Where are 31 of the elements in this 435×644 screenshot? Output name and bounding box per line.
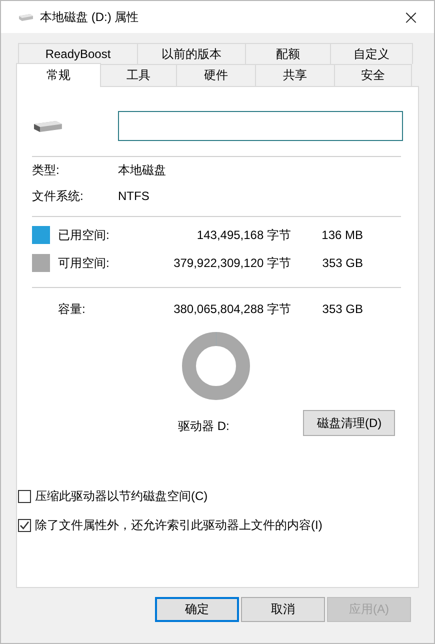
size-value: 353 GB — [321, 302, 363, 316]
field-label: 文件系统: — [32, 188, 84, 204]
tab[interactable]: 自定义 — [330, 43, 413, 64]
window-title: 本地磁盘 (D:) 属性 — [40, 8, 140, 26]
space-label: 可用空间: — [58, 254, 110, 272]
field-value: 本地磁盘 — [118, 162, 166, 178]
dialog-button[interactable]: 取消 — [241, 597, 325, 622]
byte-count: 380,065,804,288 字节 — [172, 300, 291, 318]
close-button[interactable]: × — [388, 1, 434, 33]
drive-label: 驱动器 D: — [178, 418, 230, 434]
tab[interactable]: 常规 — [16, 63, 101, 87]
size-value: 353 GB — [321, 256, 363, 270]
byte-count: 143,495,168 字节 — [196, 226, 291, 244]
drive-icon — [18, 13, 34, 21]
name-field[interactable] — [118, 111, 403, 141]
space-label: 已用空间: — [58, 226, 110, 244]
byte-count: 379,922,309,120 字节 — [172, 254, 291, 272]
size-value: 136 MB — [320, 228, 363, 242]
disk-cleanup-button[interactable]: 磁盘清理(D) — [303, 410, 396, 436]
field-label: 类型: — [32, 162, 60, 178]
dialog-button[interactable]: 确定 — [155, 597, 239, 622]
drive-icon — [33, 120, 63, 132]
usage-donut — [182, 332, 250, 400]
capacity-label: 容量: — [58, 300, 86, 318]
checkbox[interactable] — [18, 490, 31, 503]
field-value: NTFS — [118, 189, 150, 203]
checkbox[interactable] — [18, 519, 31, 532]
checkbox-label: 除了文件属性外，还允许索引此驱动器上文件的内容(I) — [35, 517, 322, 534]
tab[interactable]: 安全 — [334, 64, 412, 86]
checkbox-label: 压缩此驱动器以节约磁盘空间(C) — [35, 488, 208, 505]
tab[interactable]: ReadyBoost — [18, 43, 138, 64]
